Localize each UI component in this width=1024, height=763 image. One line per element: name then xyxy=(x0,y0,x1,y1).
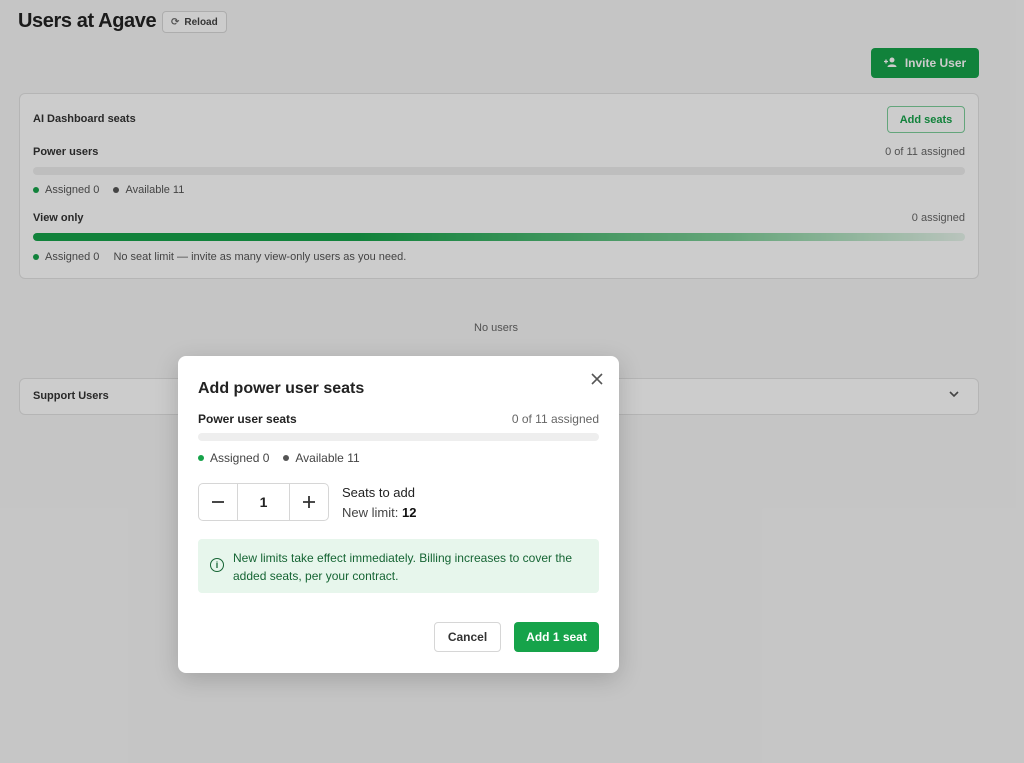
modal-legend: Assigned 0 Available 11 xyxy=(198,451,360,465)
info-text: New limits take effect immediately. Bill… xyxy=(233,551,573,583)
minus-icon xyxy=(212,501,224,503)
increment-button[interactable] xyxy=(290,484,328,520)
modal-progress-bar xyxy=(198,433,599,441)
add-seat-button[interactable]: Add 1 seat xyxy=(514,622,599,652)
modal-seats-label: Power user seats xyxy=(198,412,297,426)
gray-dot-icon xyxy=(283,455,290,461)
add-seats-modal: Add power user seats Power user seats 0 … xyxy=(178,356,619,673)
new-limit: New limit: 12 xyxy=(342,505,416,520)
seats-quantity-input[interactable]: 1 xyxy=(237,484,290,520)
new-limit-value: 12 xyxy=(401,505,417,520)
legend-available-text: Available 11 xyxy=(295,451,360,465)
seats-stepper: 1 xyxy=(198,483,329,521)
legend-assigned-text: Assigned 0 xyxy=(210,451,270,465)
cancel-button[interactable]: Cancel xyxy=(434,622,501,652)
modal-title: Add power user seats xyxy=(198,380,365,397)
legend-available: Available 11 xyxy=(283,451,360,465)
close-icon[interactable] xyxy=(590,372,604,388)
new-limit-label: New limit: xyxy=(342,505,399,520)
plus-icon xyxy=(303,496,315,508)
info-callout: i New limits take effect immediately. Bi… xyxy=(198,539,599,593)
seats-to-add-label: Seats to add xyxy=(342,485,415,500)
info-icon: i xyxy=(210,558,224,572)
decrement-button[interactable] xyxy=(199,484,237,520)
legend-assigned: Assigned 0 xyxy=(198,451,269,465)
modal-assigned-text: 0 of 11 assigned xyxy=(511,412,599,426)
green-dot-icon xyxy=(198,455,204,461)
